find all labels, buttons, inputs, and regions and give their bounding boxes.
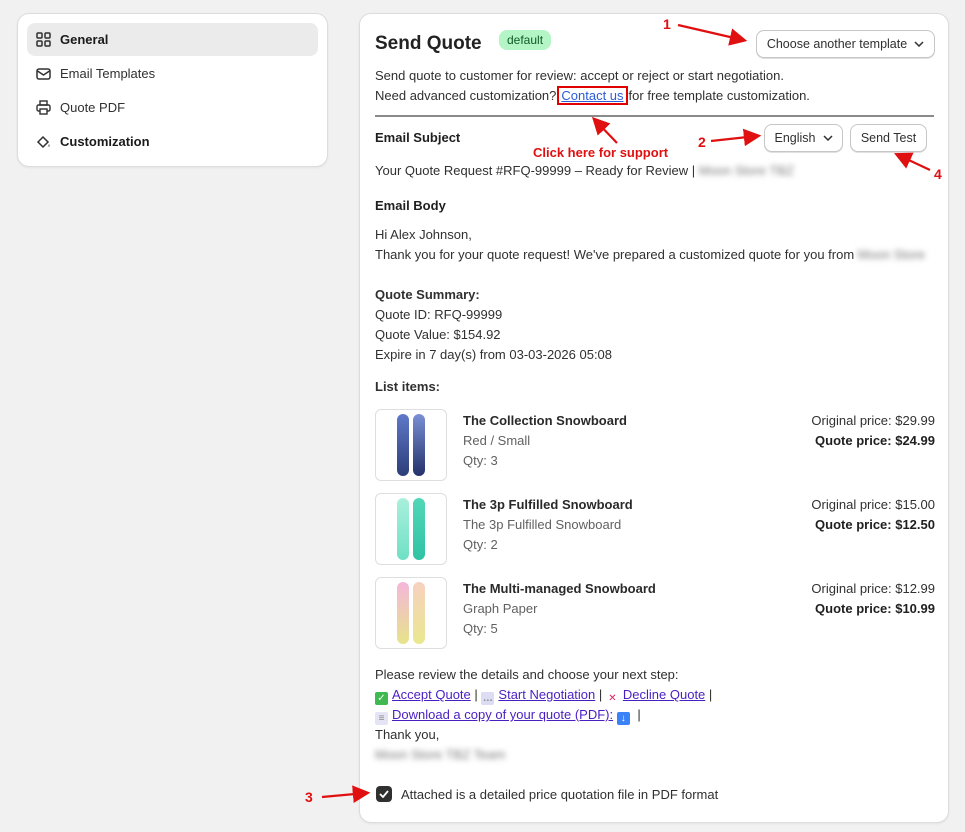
send-test-label: Send Test (860, 131, 917, 145)
annotation-number-4: 4 (934, 166, 942, 182)
item-name: The Collection Snowboard (463, 413, 627, 428)
attach-pdf-label: Attached is a detailed price quotation f… (401, 787, 719, 802)
document-icon: ≡ (375, 712, 388, 725)
separator: | (598, 687, 603, 702)
product-image (375, 409, 447, 481)
list-item: The Collection Snowboard Red / Small Qty… (375, 409, 935, 481)
quote-price: Quote price: $10.99 (815, 601, 935, 616)
accept-quote-link[interactable]: Accept Quote (392, 687, 471, 702)
sidebar-item-general[interactable]: General (27, 23, 318, 56)
envelope-icon (35, 65, 52, 82)
sidebar-item-customization[interactable]: Customization (27, 125, 318, 158)
thanks-line: Thank you for your quote request! We've … (375, 247, 925, 262)
snowboard-image (413, 582, 425, 644)
review-line: Please review the details and choose you… (375, 667, 679, 682)
description-line-2: Need advanced customization? Contact us fo… (375, 86, 810, 105)
snowboard-image (413, 414, 425, 476)
sidebar-item-label: Customization (60, 134, 150, 149)
description-text: for free template customization. (628, 88, 810, 103)
contact-us-link[interactable]: Contact us (561, 88, 623, 103)
sidebar-item-label: General (60, 32, 109, 47)
sidebar-item-label: Quote PDF (60, 100, 126, 115)
choose-template-label: Choose another template (766, 37, 908, 51)
item-name: The 3p Fulfilled Snowboard (463, 497, 633, 512)
description-text: Need advanced customization? (375, 88, 557, 103)
snowboard-image (413, 498, 425, 560)
printer-icon (35, 99, 52, 116)
item-qty: Qty: 2 (463, 537, 498, 552)
quote-id: Quote ID: RFQ-99999 (375, 307, 503, 322)
item-name: The Multi-managed Snowboard (463, 581, 656, 596)
quote-price: Quote price: $24.99 (815, 433, 935, 448)
subject-store-name: Moon Store TBZ (698, 163, 794, 178)
sidebar-item-quote-pdf[interactable]: Quote PDF (27, 91, 318, 124)
chevron-down-icon (914, 41, 924, 47)
choose-template-button[interactable]: Choose another template (756, 30, 935, 58)
send-test-button[interactable]: Send Test (850, 124, 927, 152)
greeting-line: Hi Alex Johnson, (375, 227, 472, 242)
check-icon (379, 790, 389, 798)
snowboard-image (397, 498, 409, 560)
language-label: English (774, 131, 816, 145)
item-variant: The 3p Fulfilled Snowboard (463, 517, 622, 532)
send-quote-card: Send Quote default Choose another templa… (359, 13, 949, 823)
decline-quote-link[interactable]: Decline Quote (623, 687, 705, 702)
grid-icon (35, 31, 52, 48)
language-select[interactable]: English (764, 124, 843, 152)
down-arrow-icon: ↓ (616, 712, 630, 725)
separator: | (637, 707, 641, 722)
speech-bubble-icon: … (481, 692, 495, 705)
separator: | (708, 687, 713, 702)
download-pdf-link[interactable]: Download a copy of your quote (PDF): (392, 707, 613, 722)
cross-mark-icon: ✕ (608, 693, 617, 704)
support-annotation-text: Click here for support (533, 145, 669, 160)
quote-expire: Expire in 7 day(s) from 03-03-2026 05:08 (375, 347, 613, 362)
thanks-text: Thank you for your quote request! We've … (375, 247, 855, 262)
item-qty: Qty: 5 (463, 621, 498, 636)
email-subject-heading: Email Subject (375, 130, 461, 145)
product-image (375, 493, 447, 565)
subject-text: Your Quote Request #RFQ-99999 – Ready fo… (375, 163, 696, 178)
status-badge: default (499, 30, 552, 50)
separator: | (474, 687, 478, 702)
action-links: ✓ Accept Quote | … Start Negotiation | ✕ De… (375, 687, 712, 705)
annotation-number-1: 1 (663, 16, 671, 32)
attach-pdf-checkbox[interactable] (376, 786, 392, 802)
start-negotiation-link[interactable]: Start Negotiation (498, 687, 595, 702)
list-item: The Multi-managed Snowboard Graph Paper … (375, 577, 935, 649)
annotation-number-3: 3 (305, 789, 313, 805)
chevron-down-icon (822, 135, 833, 141)
quote-summary-heading: Quote Summary: (375, 287, 480, 302)
item-variant: Red / Small (463, 433, 531, 448)
download-line: ≡ Download a copy of your quote (PDF): ↓ … (375, 707, 641, 725)
annotation-number-2: 2 (698, 134, 706, 150)
quote-price: Quote price: $12.50 (815, 517, 935, 532)
page-title: Send Quote (375, 33, 482, 54)
divider (375, 115, 934, 117)
thanks-store-name: Moon Store (857, 247, 925, 262)
list-item: The 3p Fulfilled Snowboard The 3p Fulfil… (375, 493, 935, 565)
original-price: Original price: $12.99 (811, 581, 935, 596)
quote-value: Quote Value: $154.92 (375, 327, 501, 342)
sidebar-nav: General Email Templates Quote PDF Custom… (17, 13, 328, 167)
sidebar-item-email-templates[interactable]: Email Templates (27, 57, 318, 90)
email-subject-value: Your Quote Request #RFQ-99999 – Ready fo… (375, 163, 794, 178)
thank-you-line: Thank you, (375, 727, 440, 742)
item-variant: Graph Paper (463, 601, 538, 616)
sidebar-item-label: Email Templates (60, 66, 156, 81)
contact-highlight-box: Contact us (557, 86, 628, 105)
item-qty: Qty: 3 (463, 453, 498, 468)
list-items-heading: List items: (375, 379, 441, 394)
team-signature: Moon Store TBZ Team (375, 747, 506, 762)
check-mark-icon: ✓ (375, 692, 388, 705)
snowboard-image (397, 414, 409, 476)
original-price: Original price: $15.00 (811, 497, 935, 512)
original-price: Original price: $29.99 (811, 413, 935, 428)
email-body-heading: Email Body (375, 198, 446, 213)
snowboard-image (397, 582, 409, 644)
product-image (375, 577, 447, 649)
paint-bucket-icon (35, 133, 52, 150)
description-line-1: Send quote to customer for review: accep… (375, 68, 784, 83)
